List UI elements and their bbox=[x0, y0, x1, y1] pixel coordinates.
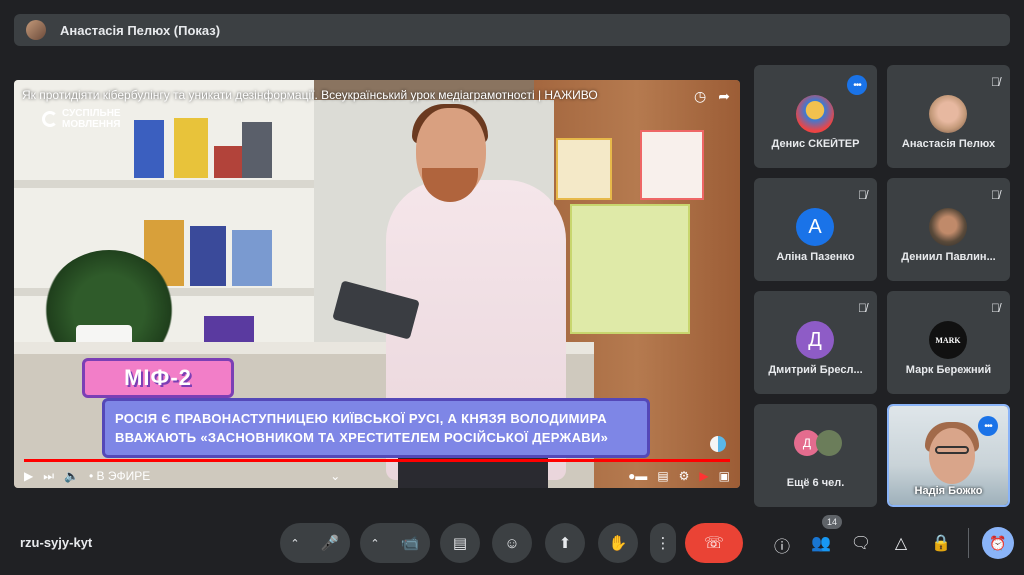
participant-name: Аліна Пазенко bbox=[776, 251, 855, 263]
avatar bbox=[796, 95, 834, 133]
settings-icon[interactable]: ⚙ bbox=[679, 469, 690, 483]
autoplay-toggle-icon[interactable]: ●▬ bbox=[628, 469, 647, 483]
speaking-indicator-icon: ••• bbox=[847, 75, 867, 95]
participant-name: Надія Божко bbox=[914, 485, 983, 497]
mic-off-icon: 🎙̸ bbox=[991, 301, 1000, 315]
people-icon[interactable]: 👥 bbox=[810, 533, 832, 553]
video-title[interactable]: Як протидіяти кібербулінгу та уникати де… bbox=[22, 88, 598, 102]
chevron-down-icon[interactable]: ⌄ bbox=[330, 469, 340, 483]
info-icon[interactable]: ⓘ bbox=[771, 533, 793, 557]
channel-logo-icon bbox=[42, 111, 58, 127]
avatar bbox=[929, 208, 967, 246]
play-icon[interactable]: ▶ bbox=[24, 469, 33, 483]
volume-icon[interactable]: 🔈 bbox=[64, 469, 79, 483]
participant-name: Дениил Павлин... bbox=[901, 251, 996, 263]
mic-off-icon: 🎙̸ bbox=[991, 188, 1000, 202]
avatar bbox=[929, 95, 967, 133]
speaking-indicator-icon: ••• bbox=[978, 416, 998, 436]
avatar bbox=[816, 430, 842, 456]
participant-name: Денис СКЕЙТЕР bbox=[771, 138, 860, 150]
mic-off-icon: 🎙̸ bbox=[858, 188, 867, 202]
avatar: А bbox=[796, 208, 834, 246]
chat-icon[interactable]: 🗨 bbox=[850, 533, 872, 553]
share-icon[interactable]: ➦ bbox=[718, 88, 730, 105]
participant-tile[interactable]: ••• Денис СКЕЙТЕР bbox=[754, 65, 877, 168]
participant-tile[interactable]: 🎙̸ А Аліна Пазенко bbox=[754, 178, 877, 281]
presenter-name: Анастасія Пелюх (Показ) bbox=[60, 22, 221, 38]
channel-logo: СУСПІЛЬНЕ МОВЛЕННЯ bbox=[42, 108, 121, 130]
presenter-bar: Анастасія Пелюх (Показ) bbox=[14, 14, 1010, 46]
lock-person-icon[interactable]: 🔒 bbox=[930, 533, 952, 553]
avatar-letter: Д bbox=[808, 328, 822, 351]
next-icon[interactable]: ⏭ bbox=[43, 469, 54, 484]
avatar-letter: А bbox=[808, 215, 822, 238]
mic-control-group: ⌃ 🎤 bbox=[280, 523, 350, 563]
participant-tile[interactable]: 🎙̸ MARK Марк Бережний bbox=[887, 291, 1010, 394]
avatar bbox=[26, 20, 46, 40]
hand-icon[interactable]: ✋ bbox=[598, 523, 638, 563]
more-vert-icon[interactable]: ⋮ bbox=[650, 523, 676, 563]
participant-name: Анастасія Пелюх bbox=[901, 138, 996, 150]
participant-name: Дмитрий Бресл... bbox=[768, 364, 863, 376]
subtitles-icon[interactable]: ▤ bbox=[657, 469, 668, 483]
video-options-chevron-icon[interactable]: ⌃ bbox=[360, 523, 390, 563]
camera-icon[interactable]: 📹 bbox=[390, 523, 430, 563]
channel-logo-line1: СУСПІЛЬНЕ bbox=[62, 108, 121, 119]
clock-icon[interactable]: ◷ bbox=[694, 88, 706, 105]
myth-caption: Росія є правонаступницею Київської Русі,… bbox=[102, 398, 650, 458]
avatar: Д bbox=[796, 321, 834, 359]
participants-count-badge: 14 bbox=[822, 515, 842, 529]
meet-window: Анастасія Пелюх (Показ) Як протидіяти кі… bbox=[0, 0, 1024, 575]
more-participants-tile[interactable]: Д Ещё 6 чел. bbox=[754, 404, 877, 507]
myth-badge: МІФ-2 bbox=[82, 358, 234, 398]
video-progress-bar[interactable] bbox=[24, 459, 730, 462]
more-avatars: Д bbox=[794, 430, 842, 456]
avatar: MARK bbox=[929, 321, 967, 359]
video-controls: ▶ ⏭ 🔈 • В ЭФИРЕ ⌄ ●▬ ▤ ⚙ ▶ ▣ bbox=[14, 464, 740, 488]
avatar-letter: Д bbox=[802, 436, 812, 450]
camera-control-group: ⌃ 📹 bbox=[360, 523, 430, 563]
bottom-bar: rzu-syjy-kyt ⌃ 🎤 ⌃ 📹 ▤ ☺ ⬆ ✋ ⋮ ☏ ⓘ 👥 🗨 △… bbox=[0, 515, 1024, 575]
participant-tile[interactable]: 🎙̸ Анастасія Пелюх bbox=[887, 65, 1010, 168]
shared-video[interactable]: Як протидіяти кібербулінгу та уникати де… bbox=[14, 80, 740, 488]
pie-logo-icon bbox=[710, 436, 726, 452]
self-view-tile[interactable]: ••• Надія Божко bbox=[887, 404, 1010, 507]
participant-tile[interactable]: 🎙̸ Дениил Павлин... bbox=[887, 178, 1010, 281]
avatar-text: MARK bbox=[935, 335, 961, 345]
mic-off-icon: 🎙̸ bbox=[858, 301, 867, 315]
emoji-icon[interactable]: ☺ bbox=[492, 523, 532, 563]
timer-icon[interactable]: ⏰ bbox=[982, 527, 1014, 559]
video-top-icons: ◷ ➦ bbox=[694, 88, 730, 105]
hangup-icon[interactable]: ☏ bbox=[685, 523, 743, 563]
live-label[interactable]: • В ЭФИРЕ bbox=[89, 469, 150, 483]
video-progress-fill bbox=[24, 459, 730, 462]
mic-icon[interactable]: 🎤 bbox=[310, 523, 350, 563]
meeting-code: rzu-syjy-kyt bbox=[20, 535, 93, 550]
exit-fullscreen-icon[interactable]: ▣ bbox=[719, 469, 730, 483]
activities-icon[interactable]: △ bbox=[890, 533, 912, 553]
participant-tile[interactable]: 🎙̸ Д Дмитрий Бресл... bbox=[754, 291, 877, 394]
present-icon[interactable]: ⬆ bbox=[545, 523, 585, 563]
captions-icon[interactable]: ▤ bbox=[440, 523, 480, 563]
audio-options-chevron-icon[interactable]: ⌃ bbox=[280, 523, 310, 563]
divider bbox=[968, 528, 969, 558]
channel-logo-line2: МОВЛЕННЯ bbox=[62, 119, 121, 130]
participant-name: Марк Бережний bbox=[905, 364, 992, 376]
more-participants-label: Ещё 6 чел. bbox=[786, 477, 845, 489]
mic-off-icon: 🎙̸ bbox=[991, 75, 1000, 89]
youtube-logo-icon[interactable]: ▶ bbox=[699, 469, 708, 483]
